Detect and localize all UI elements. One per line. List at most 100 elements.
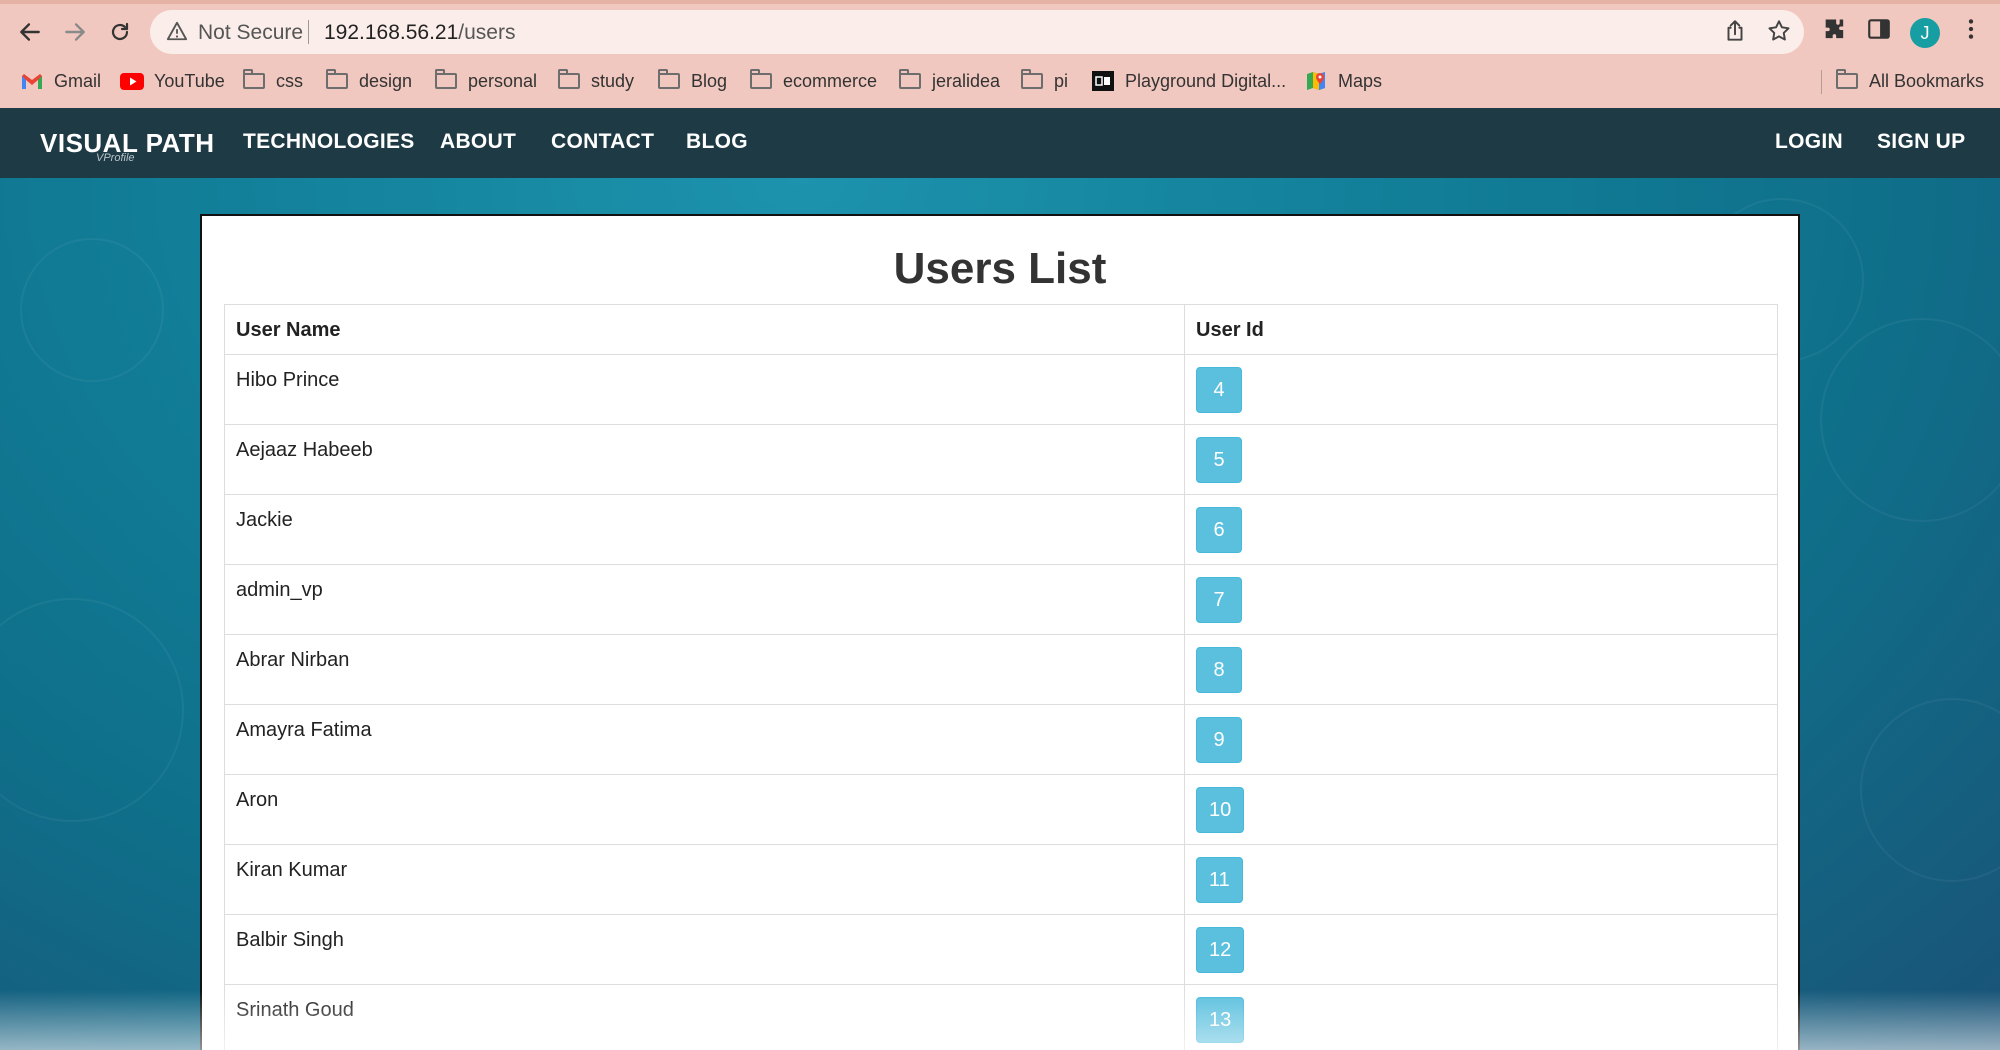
forward-icon[interactable] xyxy=(55,12,95,52)
user-name-cell: Aejaaz Habeeb xyxy=(224,424,1185,495)
bookmark-label: design xyxy=(359,70,413,91)
user-id-cell: 13 xyxy=(1184,984,1778,1050)
user-id-cell: 12 xyxy=(1184,914,1778,985)
table-header-row: User Name User Id xyxy=(224,304,1778,355)
reload-icon[interactable] xyxy=(100,12,140,52)
user-id-cell: 6 xyxy=(1184,494,1778,565)
user-id-button[interactable]: 12 xyxy=(1196,927,1245,973)
user-name-cell: Amayra Fatima xyxy=(224,704,1185,775)
back-icon[interactable] xyxy=(10,12,50,52)
page-title: Users List xyxy=(893,244,1107,293)
bookmark-folder-blog[interactable]: Blog xyxy=(657,66,727,96)
bookmark-folder-pi[interactable]: pi xyxy=(1020,66,1068,96)
folder-icon xyxy=(325,69,349,91)
bookmark-star-icon[interactable] xyxy=(1766,18,1794,46)
bookmarks-divider xyxy=(1821,70,1822,94)
user-id-button[interactable]: 13 xyxy=(1196,997,1245,1043)
column-header-user-id: User Id xyxy=(1184,304,1778,355)
folder-icon xyxy=(657,69,681,91)
user-name-cell: Jackie xyxy=(224,494,1185,565)
url-path: /users xyxy=(458,21,516,44)
users-panel: Users List User Name User Id Hibo Prince… xyxy=(200,214,1800,1050)
folder-icon xyxy=(898,69,922,91)
folder-icon xyxy=(434,69,458,91)
bookmark-label: YouTube xyxy=(154,70,225,91)
user-id-button[interactable]: 4 xyxy=(1196,367,1242,413)
bookmark-folder-css[interactable]: css xyxy=(242,66,303,96)
nav-signup[interactable]: SIGN UP xyxy=(1877,130,1965,154)
folder-icon xyxy=(242,69,266,91)
brand-subtitle: VProfile xyxy=(96,152,135,164)
security-label[interactable]: Not Secure xyxy=(198,21,303,45)
bookmark-label: pi xyxy=(1054,70,1069,91)
table-row: Kiran Kumar 11 xyxy=(224,844,1778,915)
user-id-button[interactable]: 6 xyxy=(1196,507,1242,553)
table-row: Aejaaz Habeeb 5 xyxy=(224,424,1778,495)
bookmark-gmail[interactable]: Gmail xyxy=(20,66,101,96)
user-id-button[interactable]: 5 xyxy=(1196,437,1242,483)
bookmarks-bar: Gmail YouTube css design personal study … xyxy=(0,62,2000,100)
side-panel-icon[interactable] xyxy=(1866,16,1898,48)
column-header-user-name: User Name xyxy=(224,304,1185,355)
all-bookmarks-button[interactable]: All Bookmarks xyxy=(1835,66,1984,96)
address-divider xyxy=(308,20,309,44)
bookmark-label: study xyxy=(591,70,635,91)
bookmark-playground[interactable]: Playground Digital... xyxy=(1091,66,1286,96)
background-pattern xyxy=(1860,698,2000,882)
user-id-cell: 7 xyxy=(1184,564,1778,635)
share-icon[interactable] xyxy=(1722,18,1750,46)
bookmark-label: Maps xyxy=(1338,70,1383,91)
user-name-cell: Abrar Nirban xyxy=(224,634,1185,705)
maps-icon xyxy=(1304,71,1328,91)
page-background: Users List User Name User Id Hibo Prince… xyxy=(0,178,2000,1050)
bookmark-label: personal xyxy=(468,70,538,91)
more-menu-icon[interactable] xyxy=(1958,16,1990,48)
site-navbar: VISUAL PATH VProfile TECHNOLOGIES ABOUT … xyxy=(0,108,2000,178)
background-pattern xyxy=(0,598,184,822)
folder-icon xyxy=(1020,69,1044,91)
bookmark-folder-jeralidea[interactable]: jeralidea xyxy=(898,66,1000,96)
nav-login[interactable]: LOGIN xyxy=(1775,130,1843,154)
nav-blog[interactable]: BLOG xyxy=(686,130,748,154)
user-name-cell: Aron xyxy=(224,774,1185,845)
profile-avatar[interactable]: J xyxy=(1910,18,1940,48)
warning-icon[interactable] xyxy=(166,20,190,44)
bookmark-label: jeralidea xyxy=(932,70,1001,91)
user-id-button[interactable]: 7 xyxy=(1196,577,1242,623)
browser-toolbar: Not Secure 192.168.56.21/users J xyxy=(0,4,2000,60)
bookmark-folder-ecommerce[interactable]: ecommerce xyxy=(749,66,877,96)
url-text[interactable]: 192.168.56.21/users xyxy=(324,21,515,45)
user-id-cell: 8 xyxy=(1184,634,1778,705)
user-id-button[interactable]: 11 xyxy=(1196,857,1243,903)
user-name-cell: Srinath Goud xyxy=(224,984,1185,1050)
youtube-icon xyxy=(120,71,144,91)
users-table: User Name User Id Hibo Prince 4 Aejaaz H… xyxy=(224,304,1778,1050)
user-id-button[interactable]: 10 xyxy=(1196,787,1245,833)
bookmark-folder-personal[interactable]: personal xyxy=(434,66,537,96)
user-name-cell: Hibo Prince xyxy=(224,354,1185,425)
table-row: Abrar Nirban 8 xyxy=(224,634,1778,705)
nav-technologies[interactable]: TECHNOLOGIES xyxy=(243,130,415,154)
nav-contact[interactable]: CONTACT xyxy=(551,130,654,154)
extensions-icon[interactable] xyxy=(1821,16,1853,48)
bookmark-folder-study[interactable]: study xyxy=(557,66,634,96)
table-row: Jackie 6 xyxy=(224,494,1778,565)
bookmark-folder-design[interactable]: design xyxy=(325,66,412,96)
all-bookmarks-label: All Bookmarks xyxy=(1869,70,1985,91)
user-id-button[interactable]: 8 xyxy=(1196,647,1242,693)
nav-about[interactable]: ABOUT xyxy=(440,130,516,154)
bookmark-maps[interactable]: Maps xyxy=(1304,66,1382,96)
playground-icon xyxy=(1091,71,1115,91)
table-row: Aron 10 xyxy=(224,774,1778,845)
user-name-cell: Balbir Singh xyxy=(224,914,1185,985)
user-id-button[interactable]: 9 xyxy=(1196,717,1242,763)
table-row: Amayra Fatima 9 xyxy=(224,704,1778,775)
table-row: Srinath Goud 13 xyxy=(224,984,1778,1050)
address-bar[interactable]: Not Secure 192.168.56.21/users xyxy=(150,10,1804,54)
bookmark-youtube[interactable]: YouTube xyxy=(120,66,225,96)
bookmark-label: Playground Digital... xyxy=(1125,70,1287,91)
browser-chrome: Not Secure 192.168.56.21/users J Gmail Y… xyxy=(0,0,2000,108)
user-id-cell: 4 xyxy=(1184,354,1778,425)
gmail-icon xyxy=(20,71,44,91)
table-row: Balbir Singh 12 xyxy=(224,914,1778,985)
